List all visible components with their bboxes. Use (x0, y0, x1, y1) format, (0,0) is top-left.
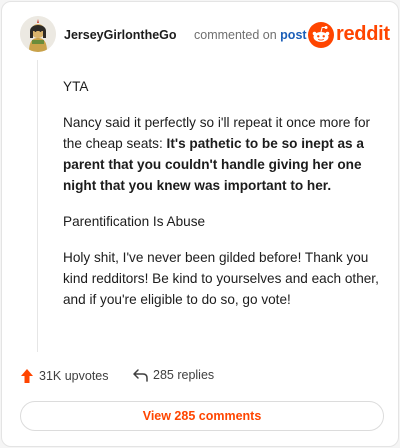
comment-header: JerseyGirlontheGo commented on post redd… (20, 14, 390, 54)
reddit-logo-icon (308, 22, 334, 48)
comment-body: YTA Nancy said it perfectly so i'll repe… (63, 76, 383, 325)
reply-count: 285 replies (153, 368, 215, 382)
commented-on-text: commented on (194, 28, 277, 42)
comment-card: JerseyGirlontheGo commented on post redd… (1, 1, 399, 447)
comment-paragraph: Nancy said it perfectly so i'll repeat i… (63, 112, 383, 196)
comment-meta: commented on post (194, 28, 307, 42)
comment-actions: 31K upvotes 285 replies (20, 368, 380, 388)
comment-paragraph: Holy shit, I've never been gilded before… (63, 250, 379, 307)
view-comments-button[interactable]: View 285 comments (20, 401, 384, 431)
reddit-wordmark: reddit (336, 23, 390, 45)
comment-author[interactable]: JerseyGirlontheGo (64, 28, 177, 42)
reddit-brand[interactable]: reddit (308, 22, 390, 48)
user-avatar[interactable] (20, 16, 56, 52)
comment-paragraph: YTA (63, 79, 89, 94)
reply-arrow-icon (133, 369, 148, 382)
upvote-count: 31K upvotes (39, 369, 109, 383)
avatar-illustration-icon (20, 16, 56, 52)
upvote-button[interactable]: 31K upvotes (20, 368, 109, 384)
thread-line[interactable] (37, 60, 38, 352)
post-link[interactable]: post (280, 28, 306, 42)
replies-button[interactable]: 285 replies (132, 368, 214, 382)
comment-paragraph: Parentification Is Abuse (63, 214, 206, 229)
upvote-arrow-icon (21, 369, 33, 383)
